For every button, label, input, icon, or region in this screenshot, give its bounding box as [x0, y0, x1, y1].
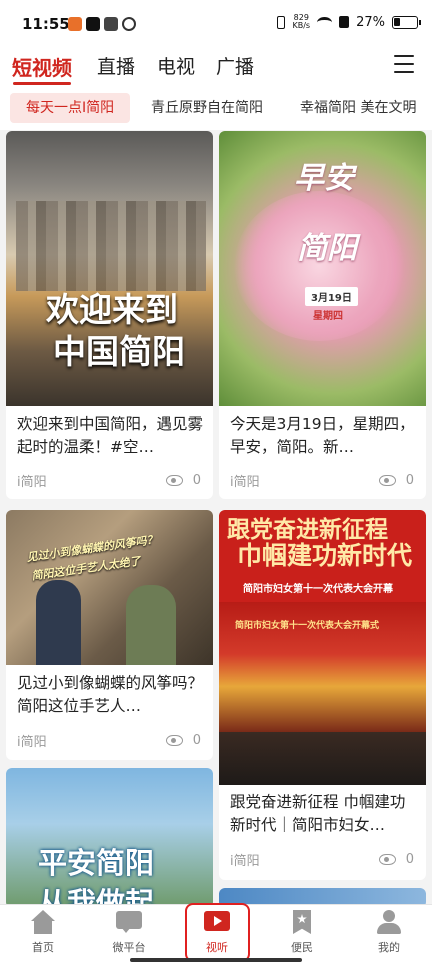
- video-card[interactable]: 跟党奋进新征程 巾帼建功新时代 简阳市妇女第十一次代表大会开幕 简阳市妇女第十一…: [219, 510, 426, 880]
- tab-radio[interactable]: 广播: [216, 52, 254, 79]
- nav-home[interactable]: 首页: [0, 910, 86, 955]
- subtab-daily-jianyang[interactable]: 每天一点I简阳: [10, 93, 131, 123]
- video-title: 欢迎来到中国简阳，遇见雾起时的温柔！#空…: [17, 415, 203, 456]
- subtab-happy-jianyang[interactable]: 幸福简阳 美在文明: [300, 93, 416, 123]
- nav-mine[interactable]: 我的: [346, 910, 432, 955]
- sim-icon: [339, 16, 350, 28]
- tab-short-video[interactable]: 短视频: [12, 52, 72, 81]
- menu-icon[interactable]: [394, 55, 414, 73]
- person-icon: [376, 910, 402, 934]
- video-title: 跟党奋进新征程 巾帼建功新时代｜简阳市妇女…: [230, 793, 406, 834]
- wifi-icon: [317, 16, 333, 28]
- vibrate-icon: [277, 15, 286, 29]
- eye-icon: [165, 475, 183, 486]
- thumbnail-caption: 早安: [294, 161, 354, 196]
- network-speed: 829 KB/s: [292, 13, 311, 30]
- view-count: 0: [192, 733, 201, 748]
- stage-banner: 简阳市妇女第十一次代表大会开幕式: [235, 621, 380, 631]
- tab-live[interactable]: 直播: [97, 52, 135, 79]
- eye-icon: [165, 735, 183, 746]
- highlight-box: [185, 903, 250, 962]
- nav-micro-platform[interactable]: 微平台: [86, 910, 172, 955]
- thumbnail-caption: 简阳: [297, 231, 357, 266]
- thumbnail-caption: 平安简阳: [38, 846, 155, 880]
- subtab-qingqiu[interactable]: 青丘原野自在简阳: [151, 93, 263, 123]
- video-card[interactable]: 平安简阳 从我做起: [6, 768, 213, 908]
- person: [126, 585, 176, 665]
- thumbnail-caption: 巾帼建功新时代: [237, 541, 413, 570]
- home-indicator: [130, 958, 302, 962]
- thumbnail-caption: 中国简阳: [53, 332, 185, 371]
- video-meta: i简阳 0: [17, 471, 201, 490]
- video-thumbnail: 跟党奋进新征程 巾帼建功新时代 简阳市妇女第十一次代表大会开幕 简阳市妇女第十一…: [219, 510, 426, 785]
- view-count: 0: [405, 852, 414, 867]
- home-icon: [30, 910, 56, 934]
- status-bar: 11:55 829 KB/s 27%: [0, 0, 432, 46]
- video-card[interactable]: 欢迎来到 中国简阳 欢迎来到中国简阳，遇见雾起时的温柔！#空… i简阳 0: [6, 131, 213, 499]
- eye-icon: [378, 854, 396, 865]
- video-card[interactable]: 早安 简阳 3月19日 星期四 今天是3月19日，星期四，早安，简阳。新… i简…: [219, 131, 426, 499]
- video-meta: i简阳 0: [230, 471, 414, 490]
- status-right: 829 KB/s 27%: [277, 13, 421, 30]
- video-card[interactable]: 见过小到像蝴蝶的风筝吗？ 简阳这位手艺人太绝了 见过小到像蝴蝶的风筝吗？简阳这位…: [6, 510, 213, 760]
- video-title: 见过小到像蝴蝶的风筝吗？简阳这位手艺人…: [17, 674, 203, 715]
- video-source: i简阳: [17, 475, 47, 490]
- video-meta: i简阳 0: [17, 731, 201, 750]
- link-icon: [122, 17, 136, 31]
- weekday-label: 星期四: [313, 311, 343, 322]
- date-label: 3月19日: [305, 287, 358, 306]
- tiktok-icon: [86, 17, 100, 31]
- view-count: 0: [192, 473, 201, 488]
- city-skyline: [16, 201, 206, 291]
- battery-label: 27%: [356, 14, 385, 30]
- app-notification-icon: [68, 17, 82, 31]
- status-time: 11:55: [22, 15, 70, 33]
- video-source: i简阳: [230, 854, 260, 869]
- top-tab-bar: 短视频 直播 电视 广播: [0, 46, 432, 86]
- eye-icon: [378, 475, 396, 486]
- person: [36, 580, 81, 665]
- view-count: 0: [405, 473, 414, 488]
- event-subtitle: 简阳市妇女第十一次代表大会开幕: [243, 584, 393, 595]
- video-meta: i简阳 0: [230, 850, 414, 869]
- thumbnail-caption: 欢迎来到: [46, 290, 178, 329]
- app-notification-icon: [104, 17, 118, 31]
- nav-convenience[interactable]: 便民: [259, 910, 345, 955]
- active-tab-indicator: [13, 82, 71, 85]
- sub-tab-bar: 每天一点I简阳 青丘原野自在简阳 幸福简阳 美在文明: [0, 86, 432, 130]
- video-thumbnail: 见过小到像蝴蝶的风筝吗？ 简阳这位手艺人太绝了: [6, 510, 213, 665]
- battery-icon: [392, 15, 421, 29]
- video-source: i简阳: [230, 475, 260, 490]
- video-title: 今天是3月19日，星期四，早安，简阳。新…: [230, 415, 415, 456]
- stage-floor: [219, 732, 426, 785]
- chat-icon: [116, 910, 142, 934]
- video-thumbnail: 早安 简阳 3月19日 星期四: [219, 131, 426, 406]
- video-thumbnail: 平安简阳 从我做起: [6, 768, 213, 908]
- video-thumbnail: 欢迎来到 中国简阳: [6, 131, 213, 406]
- tab-tv[interactable]: 电视: [157, 52, 195, 79]
- bookmark-star-icon: [289, 910, 315, 934]
- video-source: i简阳: [17, 735, 47, 750]
